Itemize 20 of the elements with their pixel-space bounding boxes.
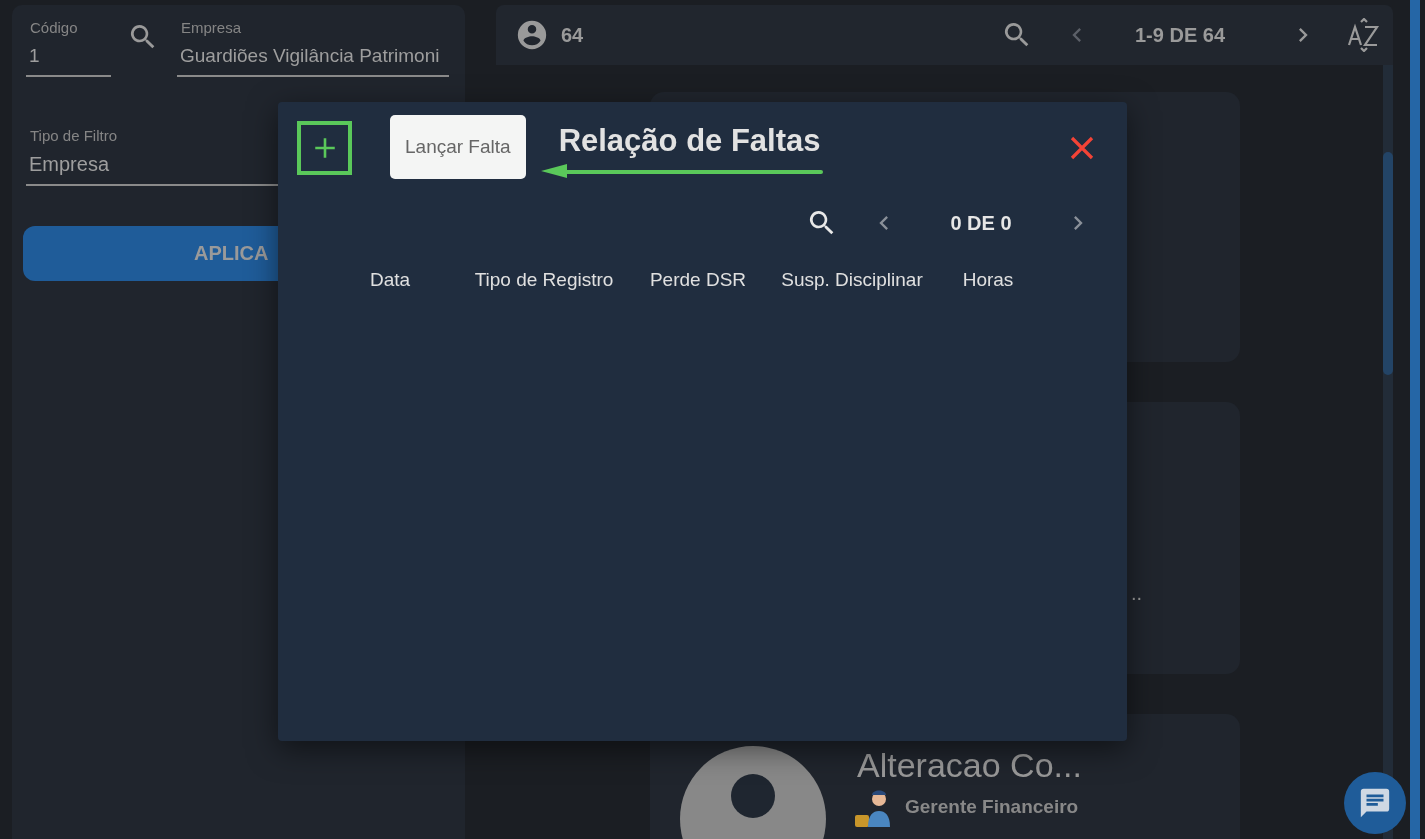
tooltip: Lançar Falta bbox=[390, 115, 526, 179]
employee-name: Alteracao Co... bbox=[857, 746, 1082, 785]
pagination-label: 0 DE 0 bbox=[949, 211, 1013, 235]
dialog-title: Relação de Faltas bbox=[558, 123, 821, 159]
truncated-text: .. bbox=[1131, 582, 1143, 605]
code-field[interactable]: Código 1 bbox=[26, 19, 111, 77]
employee-role: Gerente Financeiro bbox=[905, 796, 1079, 818]
scrollbar[interactable] bbox=[1410, 0, 1420, 839]
record-count: 64 bbox=[561, 23, 584, 47]
scrollbar[interactable] bbox=[1383, 65, 1393, 839]
pagination-label: 1-9 DE 64 bbox=[1133, 23, 1227, 47]
column-header[interactable]: Perde DSR bbox=[621, 269, 775, 291]
account-icon bbox=[515, 18, 549, 52]
column-header[interactable]: Horas bbox=[929, 269, 1047, 291]
column-header[interactable]: Susp. Disciplinar bbox=[775, 269, 929, 291]
avatar-icon bbox=[680, 746, 826, 839]
company-field[interactable]: Empresa Guardiões Vigilância Patrimoni bbox=[177, 19, 449, 77]
add-button[interactable] bbox=[297, 121, 352, 175]
sort-icon[interactable] bbox=[1347, 18, 1381, 52]
column-header[interactable]: Tipo de Registro bbox=[467, 269, 621, 291]
